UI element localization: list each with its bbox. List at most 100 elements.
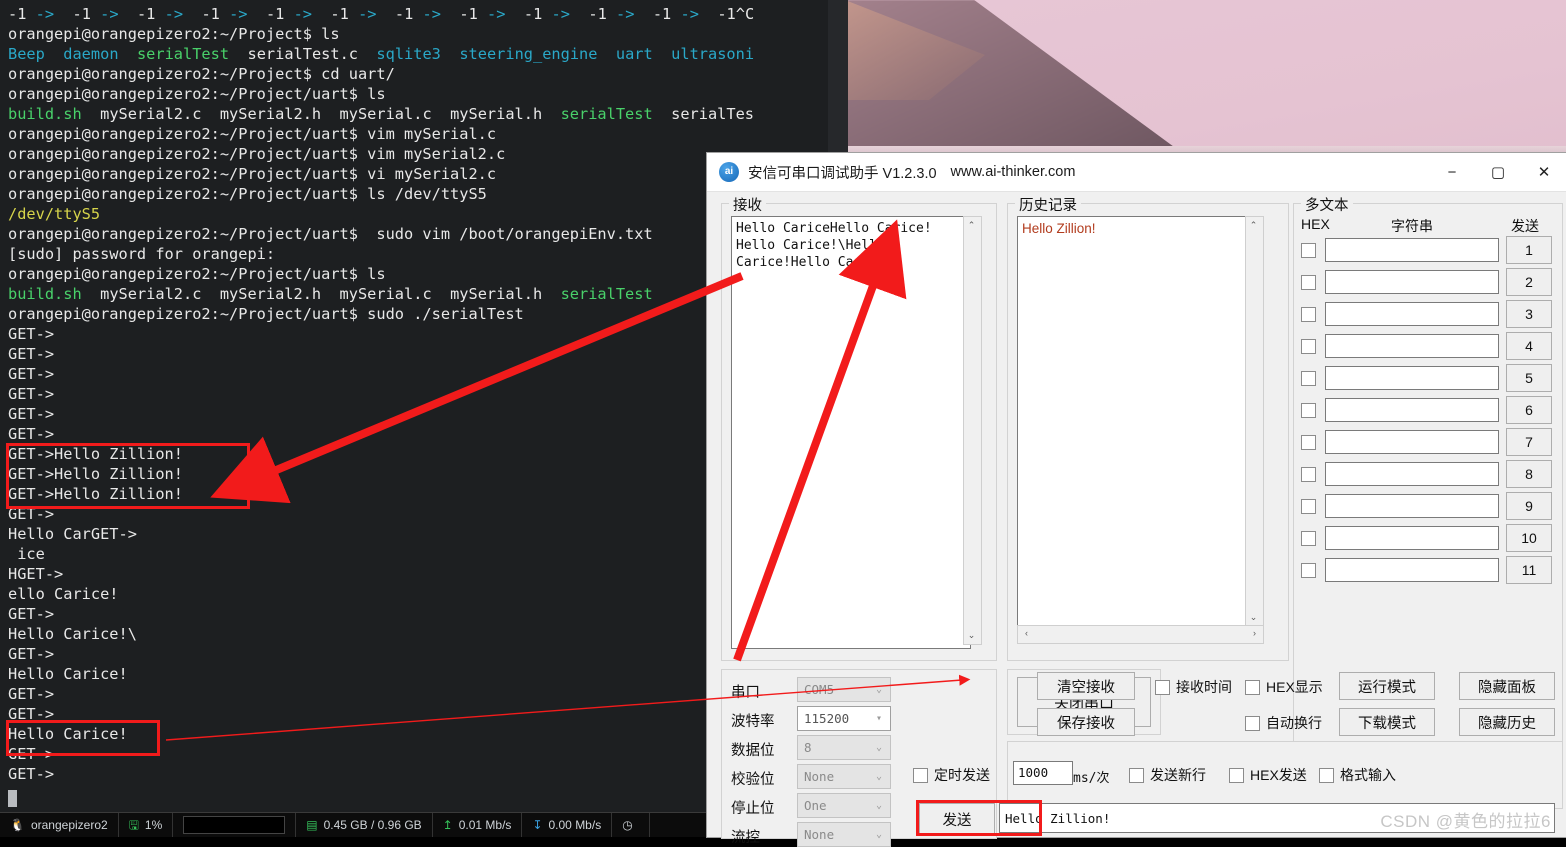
multitext-send-button[interactable]: 9 <box>1506 492 1552 520</box>
multitext-hex-checkbox[interactable] <box>1301 562 1316 578</box>
multitext-send-button[interactable]: 1 <box>1506 236 1552 264</box>
recv-time-row[interactable]: 接收时间 <box>1155 677 1232 697</box>
auto-wrap-checkbox[interactable] <box>1245 715 1260 731</box>
serial-setting-combo[interactable]: None ⌄ <box>797 822 891 847</box>
multitext-send-button[interactable]: 2 <box>1506 268 1552 296</box>
multitext-string-input[interactable] <box>1325 398 1499 422</box>
multitext-string-input[interactable] <box>1325 462 1499 486</box>
download-mode-button[interactable]: 下载模式 <box>1339 708 1435 736</box>
recv-time-checkbox[interactable] <box>1155 679 1170 695</box>
hex-send-checkbox[interactable] <box>1229 767 1244 783</box>
serial-setting-combo[interactable]: 8 ⌄ <box>797 735 891 760</box>
hex-send-row[interactable]: HEX发送 <box>1229 765 1307 785</box>
minimize-icon[interactable]: − <box>1429 153 1475 191</box>
multitext-string-input[interactable] <box>1325 334 1499 358</box>
serial-setting-combo[interactable]: One ⌄ <box>797 793 891 818</box>
scroll-down-icon[interactable]: ⌄ <box>964 628 979 643</box>
scroll-up-icon[interactable]: ⌃ <box>964 218 979 233</box>
serial-debug-window[interactable]: ai 安信可串口调试助手 V1.2.3.0 www.ai-thinker.com… <box>706 152 1566 847</box>
history-hscrollbar[interactable]: ‹ › <box>1017 625 1264 644</box>
multitext-hex-checkbox[interactable] <box>1301 274 1316 290</box>
taskbar-item[interactable]: ↧ 0.00 Mb/s <box>522 813 613 837</box>
multitext-hex-checkbox[interactable] <box>1301 498 1316 514</box>
send-interval-input[interactable]: 1000 <box>1013 761 1073 785</box>
multitext-send-button[interactable]: 5 <box>1506 364 1552 392</box>
terminal-line: build.sh mySerial2.c mySerial2.h mySeria… <box>8 105 755 123</box>
multitext-string-input[interactable] <box>1325 430 1499 454</box>
history-vscrollbar[interactable]: ⌃ ⌄ <box>1245 216 1264 627</box>
chevron-down-icon[interactable]: ▾ <box>868 713 890 724</box>
multitext-hex-checkbox[interactable] <box>1301 338 1316 354</box>
multitext-hex-checkbox[interactable] <box>1301 530 1316 546</box>
serial-setting-combo[interactable]: None ⌄ <box>797 764 891 789</box>
hex-display-checkbox[interactable] <box>1245 679 1260 695</box>
window-buttons[interactable]: − ▢ ✕ <box>1429 153 1566 191</box>
scroll-left-icon[interactable]: ‹ <box>1019 626 1034 641</box>
receive-textarea[interactable]: Hello CariceHello Carice! Hello Carice!\… <box>731 216 971 649</box>
multitext-hex-checkbox[interactable] <box>1301 466 1316 482</box>
taskbar-item[interactable]: ▤ 0.45 GB / 0.96 GB <box>296 813 433 837</box>
taskbar-item[interactable]: ↥ 0.01 Mb/s <box>433 813 523 837</box>
multitext-hex-checkbox[interactable] <box>1301 370 1316 386</box>
multitext-string-input[interactable] <box>1325 366 1499 390</box>
taskbar-item[interactable]: 🖫 1% <box>119 813 174 837</box>
auto-wrap-row[interactable]: 自动换行 <box>1245 713 1322 733</box>
multitext-send-button[interactable]: 11 <box>1506 556 1552 584</box>
format-input-row[interactable]: 格式输入 <box>1319 765 1396 785</box>
multitext-send-button[interactable]: 8 <box>1506 460 1552 488</box>
hide-panel-button[interactable]: 隐藏面板 <box>1459 672 1555 700</box>
chevron-down-icon[interactable]: ⌄ <box>868 684 890 695</box>
clear-receive-action[interactable]: 清空接收 <box>1037 672 1135 700</box>
run-mode-button[interactable]: 运行模式 <box>1339 672 1435 700</box>
multitext-string-input[interactable] <box>1325 270 1499 294</box>
taskbar-item[interactable]: 🐧 orangepizero2 <box>0 813 119 837</box>
scroll-right-icon[interactable]: › <box>1247 626 1262 641</box>
multitext-hex-checkbox[interactable] <box>1301 242 1316 258</box>
taskbar-item[interactable]: ◷ <box>612 813 650 837</box>
serial-setting-combo[interactable]: 115200 ▾ <box>797 706 891 731</box>
multitext-string-input[interactable] <box>1325 302 1499 326</box>
serial-setting-combo[interactable]: COM5 ⌄ <box>797 677 891 702</box>
chevron-down-icon[interactable]: ⌄ <box>868 800 890 811</box>
multitext-send-button[interactable]: 10 <box>1506 524 1552 552</box>
window-titlebar[interactable]: ai 安信可串口调试助手 V1.2.3.0 www.ai-thinker.com… <box>707 153 1566 192</box>
timed-send-checkbox[interactable] <box>913 767 928 783</box>
chevron-down-icon[interactable]: ⌄ <box>868 742 890 753</box>
multitext-hex-checkbox[interactable] <box>1301 402 1316 418</box>
hide-history-button[interactable]: 隐藏历史 <box>1459 708 1555 736</box>
multitext-hex-checkbox[interactable] <box>1301 306 1316 322</box>
close-icon[interactable]: ✕ <box>1521 153 1566 191</box>
multitext-send-button[interactable]: 7 <box>1506 428 1552 456</box>
taskbar-item-label: 1% <box>144 818 163 832</box>
send-newline-row[interactable]: 发送新行 <box>1129 765 1206 785</box>
multitext-send-button[interactable]: 3 <box>1506 300 1552 328</box>
serial-setting-value: 8 <box>804 740 812 755</box>
maximize-icon[interactable]: ▢ <box>1475 153 1521 191</box>
chevron-down-icon[interactable]: ⌄ <box>868 771 890 782</box>
send-newline-checkbox[interactable] <box>1129 767 1144 783</box>
terminal-line: -1 -> -1 -> -1 -> -1 -> -1 -> -1 -> -1 -… <box>8 5 755 23</box>
chevron-down-icon[interactable]: ⌄ <box>868 829 890 840</box>
watermark: CSDN @黄色的拉拉6 <box>1380 812 1551 831</box>
taskbar-item[interactable] <box>173 813 297 837</box>
multitext-string-input[interactable] <box>1325 238 1499 262</box>
history-list[interactable]: Hello Zillion! <box>1017 216 1253 631</box>
multitext-string-input[interactable] <box>1325 558 1499 582</box>
hex-display-row[interactable]: HEX显示 <box>1245 677 1323 697</box>
history-item[interactable]: Hello Zillion! <box>1022 220 1248 237</box>
multitext-string-input[interactable] <box>1325 526 1499 550</box>
hex-send-label: HEX发送 <box>1250 767 1307 783</box>
multitext-row: 9 <box>1301 492 1552 520</box>
multitext-send-button[interactable]: 4 <box>1506 332 1552 360</box>
scroll-down-icon[interactable]: ⌄ <box>1246 610 1261 625</box>
format-input-checkbox[interactable] <box>1319 767 1334 783</box>
multitext-hex-checkbox[interactable] <box>1301 434 1316 450</box>
scroll-up-icon[interactable]: ⌃ <box>1246 218 1261 233</box>
timed-send-row[interactable]: 定时发送 <box>913 765 990 785</box>
taskbar-item-label: 0.01 Mb/s <box>458 818 512 832</box>
multitext-row: 6 <box>1301 396 1552 424</box>
save-receive-action[interactable]: 保存接收 <box>1037 708 1135 736</box>
multitext-send-button[interactable]: 6 <box>1506 396 1552 424</box>
receive-vscrollbar[interactable]: ⌃ ⌄ <box>963 216 982 645</box>
multitext-string-input[interactable] <box>1325 494 1499 518</box>
